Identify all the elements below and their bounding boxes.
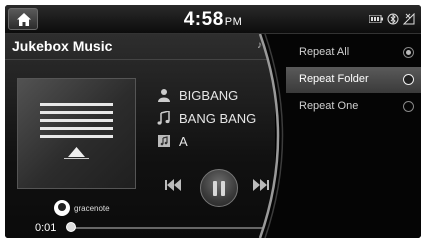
pause-icon-bar bbox=[221, 181, 225, 196]
progress-track[interactable] bbox=[71, 227, 271, 229]
repeat-all-option[interactable]: Repeat All bbox=[286, 40, 421, 66]
album-name: A bbox=[179, 133, 188, 149]
music-note-icon bbox=[157, 111, 170, 125]
status-bar: 4:58PM bbox=[5, 5, 421, 34]
artist-row: BIGBANG bbox=[157, 86, 238, 104]
repeat-one-option[interactable]: Repeat One bbox=[286, 94, 421, 120]
bluetooth-icon bbox=[387, 13, 399, 25]
clock-ampm: PM bbox=[224, 16, 243, 28]
gracenote-logo-icon bbox=[54, 200, 70, 216]
previous-track-button[interactable] bbox=[165, 179, 181, 191]
album-icon bbox=[158, 135, 170, 147]
album-row: A bbox=[157, 132, 188, 150]
repeat-all-radio[interactable] bbox=[403, 47, 414, 58]
repeat-all-label: Repeat All bbox=[299, 46, 350, 58]
repeat-one-radio[interactable] bbox=[403, 101, 414, 112]
infotainment-screen: 4:58PM Jukebox Music ♪ BIGBANG BANG BANG… bbox=[5, 5, 421, 238]
battery-icon bbox=[369, 15, 383, 23]
album-logo-line bbox=[64, 158, 89, 159]
album-logo-icon bbox=[68, 147, 85, 157]
repeat-folder-label: Repeat Folder bbox=[299, 73, 369, 85]
album-art-stripe bbox=[40, 111, 113, 114]
album-art-stripe bbox=[40, 135, 113, 138]
repeat-menu: Repeat All Repeat Folder Repeat One bbox=[286, 34, 421, 238]
pause-icon-bar bbox=[213, 181, 217, 196]
artist-icon bbox=[158, 89, 170, 102]
pause-button[interactable] bbox=[200, 169, 238, 207]
repeat-folder-option[interactable]: Repeat Folder bbox=[286, 67, 421, 93]
song-row: BANG BANG bbox=[157, 109, 256, 127]
artist-name: BIGBANG bbox=[179, 87, 239, 103]
status-icons bbox=[369, 13, 415, 25]
song-title: BANG BANG bbox=[179, 110, 257, 126]
player-panel: Jukebox Music ♪ BIGBANG BANG BANG A grac… bbox=[5, 34, 275, 238]
source-title: Jukebox Music bbox=[12, 38, 113, 54]
album-art bbox=[17, 78, 136, 189]
clock-time: 4:58 bbox=[183, 9, 224, 30]
album-art-stripe bbox=[40, 127, 113, 130]
repeat-one-label: Repeat One bbox=[299, 100, 359, 112]
repeat-folder-radio[interactable] bbox=[403, 74, 414, 85]
progress-knob[interactable] bbox=[66, 222, 76, 232]
elapsed-time: 0:01 bbox=[35, 222, 57, 234]
album-art-stripe bbox=[40, 119, 113, 122]
title-divider bbox=[5, 59, 273, 60]
album-art-stripe bbox=[40, 103, 113, 106]
clock: 4:58PM bbox=[5, 9, 421, 31]
signal-icon bbox=[403, 13, 415, 25]
gracenote-attribution: gracenote bbox=[54, 200, 110, 216]
gracenote-label: gracenote bbox=[74, 203, 110, 213]
